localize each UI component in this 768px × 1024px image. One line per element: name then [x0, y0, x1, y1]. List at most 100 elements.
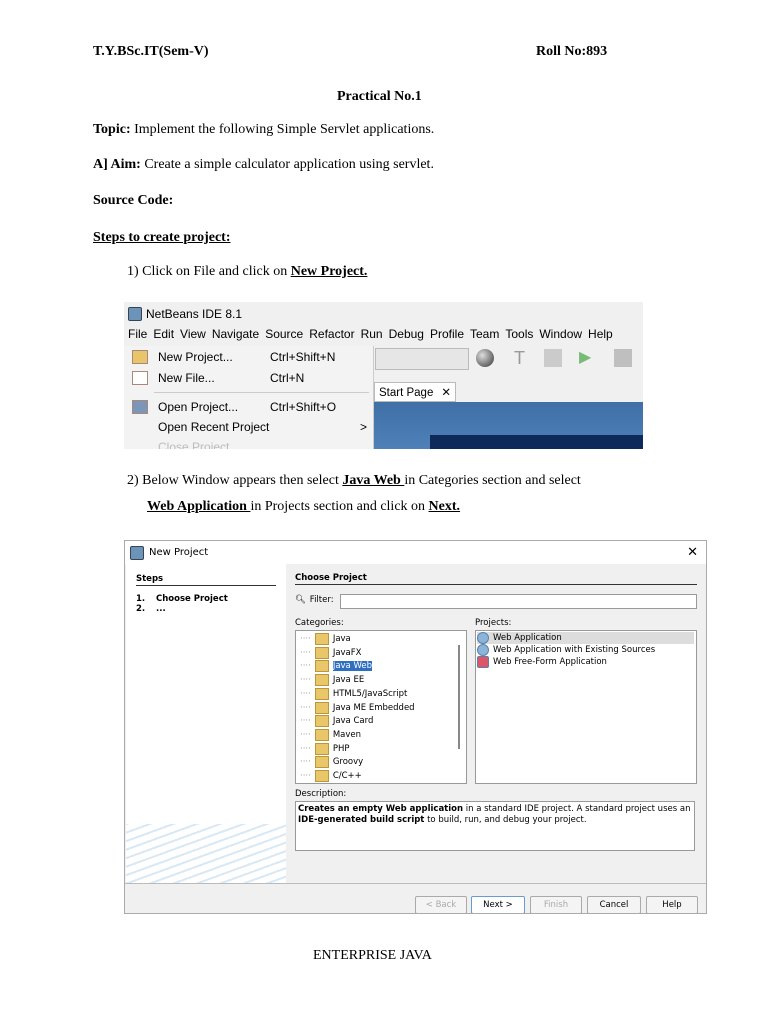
menu-source[interactable]: Source [265, 327, 303, 341]
menu-team[interactable]: Team [470, 327, 499, 341]
folder-icon [314, 742, 329, 755]
category-label: Java EE [332, 675, 365, 686]
folder-icon [314, 728, 329, 741]
menu-item-close-project[interactable]: Close Project [158, 440, 229, 449]
menu-debug[interactable]: Debug [389, 327, 424, 341]
project-item-free-form[interactable]: Web Free-Form Application [477, 656, 607, 668]
free-form-icon [477, 656, 489, 668]
step-item: 2.... [136, 604, 166, 614]
netbeans-screenshot: NetBeans IDE 8.1 File Edit View Navigate Sou… [124, 302, 643, 449]
category-item[interactable]: ···· Java ME Embedded [300, 701, 415, 714]
menu-tools[interactable]: Tools [505, 327, 533, 341]
menu-refactor[interactable]: Refactor [309, 327, 354, 341]
globe-icon [477, 644, 489, 656]
tree-line: ···· [300, 702, 311, 713]
ide-title: NetBeans IDE 8.1 [146, 307, 243, 321]
cancel-button[interactable]: Cancel [587, 896, 641, 913]
close-icon[interactable]: ✕ [441, 383, 451, 403]
project-item-web-application[interactable]: Web Application [477, 632, 694, 644]
tab-start-page[interactable]: Start Page ✕ [374, 382, 456, 402]
menu-profile[interactable]: Profile [430, 327, 464, 341]
hammer-icon[interactable]: T [514, 349, 532, 367]
clean-build-icon[interactable] [544, 349, 562, 367]
category-label: JavaFX [332, 647, 362, 658]
folder-icon [314, 715, 329, 728]
choose-project-heading: Choose Project [295, 573, 697, 585]
menu-help[interactable]: Help [588, 327, 613, 341]
category-item[interactable]: ···· Maven [300, 728, 362, 741]
category-item[interactable]: ···· C/C++ [300, 770, 362, 782]
menu-navigate[interactable]: Navigate [212, 327, 259, 341]
source-code-heading: Source Code: [93, 193, 174, 208]
menu-file[interactable]: File [128, 327, 147, 341]
category-item[interactable]: ···· Java [300, 633, 351, 645]
scrollbar[interactable] [458, 645, 460, 749]
help-button[interactable]: Help [646, 896, 698, 913]
tree-line: ···· [300, 729, 311, 740]
run-icon[interactable]: ▶ [579, 349, 597, 367]
tree-line: ···· [300, 757, 311, 768]
description-label: Description: [295, 789, 347, 799]
config-combo[interactable] [375, 348, 469, 370]
menu-item-open-recent-project[interactable]: Open Recent Project > [158, 420, 368, 434]
categories-list[interactable]: ···· Java ···· JavaFX ···· Java Web ···· Java E… [295, 630, 467, 784]
search-icon: 🔍︎ [295, 595, 306, 605]
steps-heading: Steps to create project: [93, 230, 231, 245]
tree-line: ···· [300, 647, 311, 658]
category-item[interactable]: ···· JavaFX [300, 646, 362, 659]
category-item[interactable]: ···· HTML5/JavaScript [300, 687, 408, 700]
menu-view[interactable]: View [180, 327, 206, 341]
category-label: Groovy [332, 757, 364, 768]
tree-line: ···· [300, 688, 311, 699]
globe-icon[interactable] [476, 349, 494, 367]
menu-run[interactable]: Run [361, 327, 383, 341]
debug-icon[interactable] [614, 349, 632, 367]
category-label: Java Card [332, 716, 374, 727]
category-item[interactable]: ···· PHP [300, 742, 349, 755]
project-item-web-existing[interactable]: Web Application with Existing Sources [477, 644, 655, 656]
back-button[interactable]: < Back [415, 896, 467, 913]
menu-item-new-project[interactable]: New Project... Ctrl+Shift+N [158, 350, 335, 364]
next-button[interactable]: Next > [471, 896, 525, 913]
menu-separator [154, 392, 369, 393]
netbeans-icon [130, 545, 144, 560]
projects-list[interactable]: Web Application Web Application with Exi… [475, 630, 697, 784]
tree-line: ···· [300, 716, 311, 727]
steps-panel: Steps 1. Choose Project 2.... [126, 564, 286, 884]
category-label: Maven [332, 729, 362, 740]
folder-icon [314, 701, 329, 714]
new-project-dialog: New Project ✕ Steps 1. Choose Project 2...… [124, 540, 707, 914]
category-item[interactable]: ···· Java Web [300, 660, 373, 673]
open-project-icon [132, 400, 148, 414]
folder-icon [314, 756, 329, 769]
filter-input[interactable] [340, 594, 697, 609]
category-label: Java ME Embedded [332, 702, 415, 713]
category-item[interactable]: ···· Java EE [300, 674, 365, 687]
tree-line: ···· [300, 634, 311, 644]
folder-icon [314, 646, 329, 659]
new-file-icon [132, 371, 148, 385]
menu-item-new-file[interactable]: New File... Ctrl+N [158, 371, 304, 385]
aim: A] Aim: Create a simple calculator appli… [93, 157, 434, 172]
category-label: Java Web [332, 661, 373, 672]
description-box: Creates an empty Web application in a st… [295, 801, 695, 851]
tree-line: ···· [300, 743, 311, 754]
category-item[interactable]: ···· Java Card [300, 715, 374, 728]
menu-edit[interactable]: Edit [153, 327, 174, 341]
menu-window[interactable]: Window [539, 327, 582, 341]
menu-bar: File Edit View Navigate Source Refactor Run Deb… [128, 327, 613, 341]
menu-item-open-project[interactable]: Open Project... Ctrl+Shift+O [158, 400, 336, 414]
close-icon[interactable]: ✕ [687, 545, 698, 560]
folder-icon [314, 770, 329, 782]
button-separator [125, 883, 706, 884]
category-label: C/C++ [332, 771, 362, 781]
projects-label: Projects: [475, 618, 512, 628]
step-item: 1. Choose Project [136, 594, 228, 604]
category-item[interactable]: ···· Groovy [300, 756, 364, 769]
categories-label: Categories: [295, 618, 344, 628]
tree-line: ···· [300, 771, 311, 781]
tree-line: ···· [300, 675, 311, 686]
category-label: HTML5/JavaScript [332, 688, 408, 699]
finish-button[interactable]: Finish [530, 896, 582, 913]
netbeans-icon [128, 307, 142, 321]
